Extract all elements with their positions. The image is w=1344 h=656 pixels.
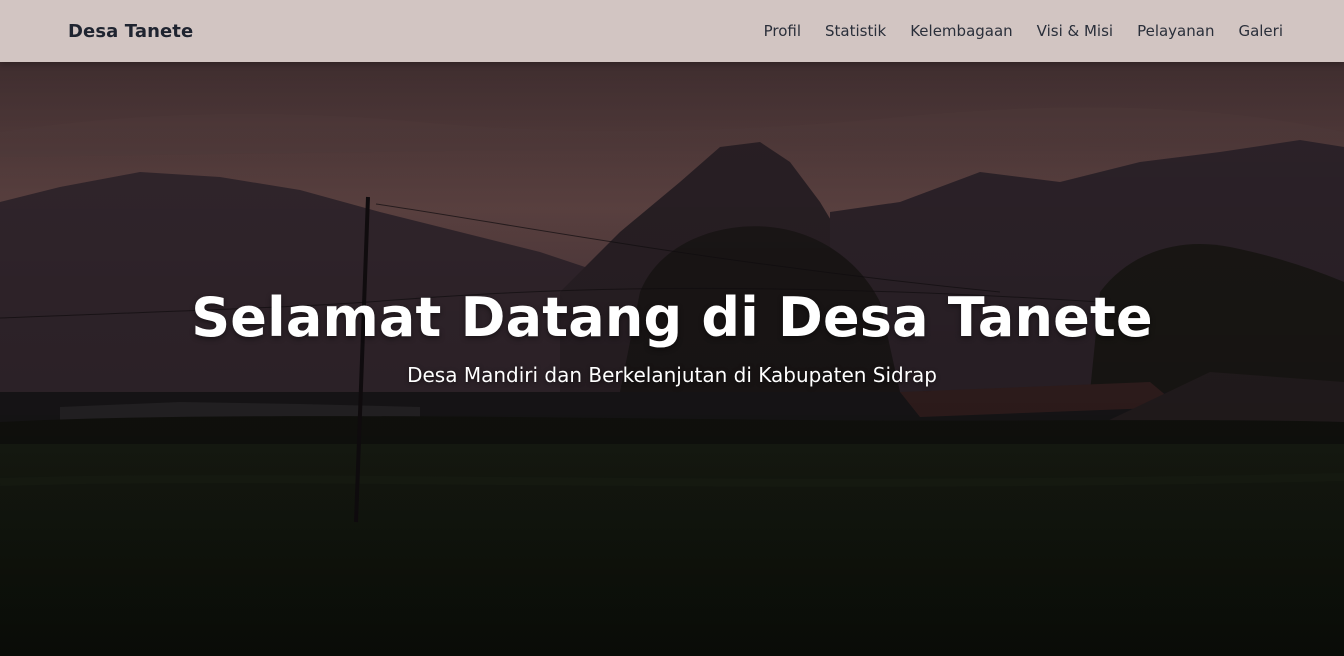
nav-link-pelayanan[interactable]: Pelayanan <box>1137 22 1214 40</box>
nav-link-kelembagaan[interactable]: Kelembagaan <box>910 22 1012 40</box>
site-brand[interactable]: Desa Tanete <box>68 21 193 42</box>
hero-subtitle: Desa Mandiri dan Berkelanjutan di Kabupa… <box>407 363 937 387</box>
hero-content: Selamat Datang di Desa Tanete Desa Mandi… <box>0 62 1344 656</box>
top-navbar: Desa Tanete Profil Statistik Kelembagaan… <box>0 0 1344 62</box>
nav-link-statistik[interactable]: Statistik <box>825 22 886 40</box>
nav-links: Profil Statistik Kelembagaan Visi & Misi… <box>764 22 1283 40</box>
nav-link-visi-misi[interactable]: Visi & Misi <box>1037 22 1113 40</box>
hero-title: Selamat Datang di Desa Tanete <box>191 286 1153 349</box>
nav-link-galeri[interactable]: Galeri <box>1238 22 1283 40</box>
hero-section: Selamat Datang di Desa Tanete Desa Mandi… <box>0 62 1344 656</box>
nav-link-profil[interactable]: Profil <box>764 22 801 40</box>
